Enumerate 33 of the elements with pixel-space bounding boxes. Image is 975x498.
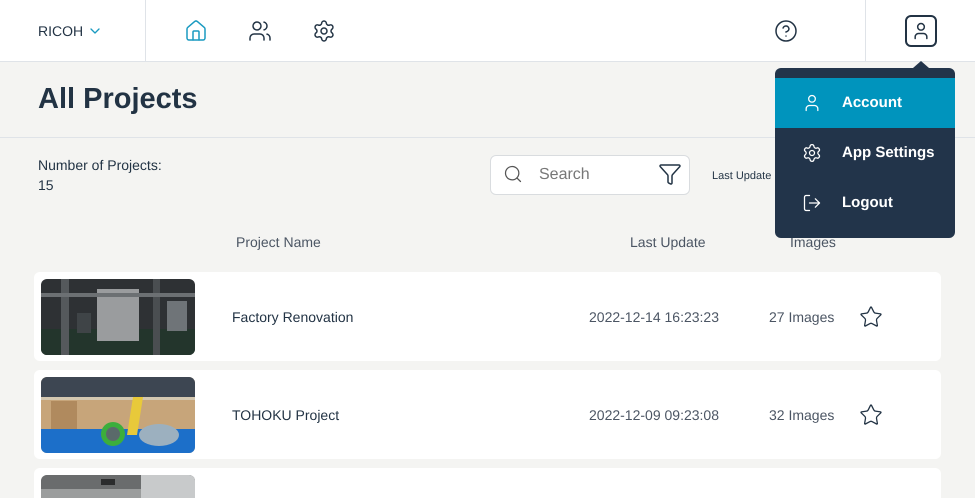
menu-item[interactable]: App Settings [775,128,955,178]
column-header: Last Update [630,233,706,252]
help-icon [774,18,798,42]
logout-icon [802,193,822,213]
project-row[interactable]: TOHOKU Project 2022-12-09 09:23:08 32 Images [34,370,941,459]
menu-item[interactable]: Account [775,78,955,128]
filter-icon [658,162,682,186]
project-row[interactable]: Factory Renovation 2022-12-14 16:23:23 27 Images [34,272,941,361]
search-icon [503,164,523,184]
settings-icon [802,143,822,163]
last-update: 2022-12-09 09:23:08 [589,406,720,424]
people-icon [248,18,272,42]
menu-item[interactable]: Logout [775,178,955,228]
settings-icon [312,18,336,42]
column-header: Project Name [236,233,322,252]
search-field[interactable]: Search [490,155,690,195]
star-icon [859,402,883,426]
project-count-label: Number of Projects: [38,156,163,175]
project-name: TOHOKU Project [232,406,340,424]
star-button[interactable] [859,304,883,328]
project-name: Factory Renovation [232,308,354,326]
brand-dropdown[interactable]: RICOH [0,0,146,61]
star-icon [859,304,883,328]
column-header: Images [790,233,836,252]
image-count: 32 Images [769,406,836,424]
page-title: All Projects [38,82,198,117]
account-button[interactable] [904,14,936,46]
project-count: 15 [38,176,55,195]
sort-label[interactable]: Last Update [712,168,772,184]
last-update: 2022-12-14 16:23:23 [589,308,720,326]
star-button[interactable] [859,402,883,426]
image-count: 27 Images [769,308,836,326]
home-icon [184,18,208,42]
